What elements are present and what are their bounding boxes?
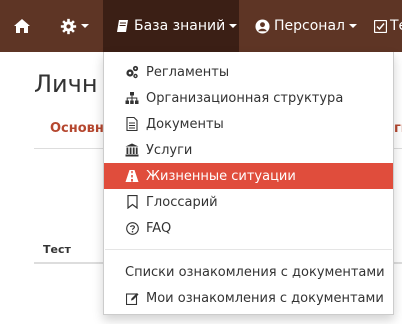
sitemap-icon: [125, 91, 139, 105]
menu-item-documents[interactable]: Документы: [104, 111, 393, 137]
menu-item-label: Услуги: [146, 142, 193, 158]
settings-menu-button[interactable]: [60, 0, 89, 52]
personnel-menu-button[interactable]: Персонал: [255, 0, 357, 52]
home-button[interactable]: [10, 0, 34, 52]
personnel-label: Персонал: [274, 18, 345, 34]
gear-icon: [60, 18, 77, 34]
page-title: Личн: [34, 70, 98, 98]
table-header-test: Тест: [43, 243, 71, 256]
caret-down-icon: [348, 24, 357, 28]
menu-item-label: Мои ознакомления с документами: [146, 290, 384, 306]
knowledge-base-menu-button[interactable]: База знаний: [103, 0, 239, 52]
more-menu-label: Те: [390, 18, 402, 34]
user-circle-icon: [255, 18, 270, 34]
edit-icon: [125, 291, 139, 305]
menu-item-services[interactable]: Услуги: [104, 137, 393, 163]
caret-down-icon: [81, 24, 89, 28]
menu-item-label: Регламенты: [146, 64, 230, 80]
menu-item-label: Глоссарий: [146, 194, 218, 210]
knowledge-base-dropdown: Регламенты Организационная структура Док…: [103, 52, 394, 315]
menu-item-org-structure[interactable]: Организационная структура: [104, 85, 393, 111]
caret-down-icon: [229, 24, 238, 28]
top-navbar: База знаний Персонал Те: [0, 0, 402, 52]
cogs-icon: [125, 65, 139, 79]
bank-icon: [125, 143, 139, 157]
menu-item-label: Жизненные ситуации: [146, 168, 296, 184]
menu-item-life-situations[interactable]: Жизненные ситуации: [104, 163, 393, 189]
tab-services[interactable]: ги: [394, 121, 402, 136]
menu-item-label: Списки ознакомления с документами: [125, 264, 385, 280]
bookmark-icon: [125, 195, 139, 209]
menu-divider: [105, 249, 392, 250]
menu-item-regulations[interactable]: Регламенты: [104, 59, 393, 85]
book-icon: [117, 20, 128, 32]
menu-item-glossary[interactable]: Глоссарий: [104, 189, 393, 215]
tab-main[interactable]: Основн: [50, 121, 104, 136]
menu-item-acquaintance-lists[interactable]: Списки ознакомления с документами: [104, 259, 393, 285]
file-icon: [125, 117, 139, 131]
menu-item-label: Организационная структура: [146, 90, 344, 106]
knowledge-base-label: База знаний: [134, 18, 226, 34]
road-icon: [125, 169, 139, 183]
menu-item-my-acquaintances[interactable]: Мои ознакомления с документами: [104, 285, 393, 311]
question-icon: [125, 221, 139, 235]
checkbox-icon: [374, 19, 387, 33]
more-menu-button[interactable]: Те: [374, 0, 402, 52]
home-icon: [14, 19, 30, 33]
menu-item-faq[interactable]: FAQ: [104, 215, 393, 241]
menu-item-label: FAQ: [146, 220, 172, 236]
menu-item-label: Документы: [146, 116, 224, 132]
